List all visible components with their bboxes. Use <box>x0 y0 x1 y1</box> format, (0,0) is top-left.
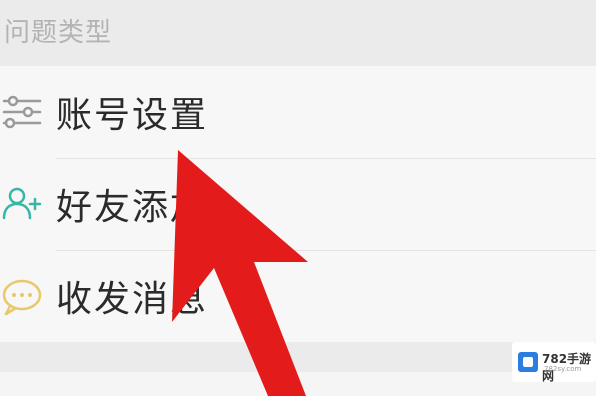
watermark: 782手游网 782sy.com <box>512 342 596 383</box>
list-item-label: 收发消息 <box>56 279 209 320</box>
add-friend-icon <box>2 187 42 220</box>
list-item-account-settings[interactable]: 账号设置 <box>0 66 596 158</box>
watermark-logo-icon <box>518 352 538 372</box>
sliders-icon <box>2 95 42 129</box>
next-list-item-partial[interactable] <box>0 372 596 396</box>
list-item-messages[interactable]: 收发消息 <box>0 250 596 342</box>
watermark-url: 782sy.com <box>544 365 582 373</box>
list-item-label: 好友添加 <box>56 187 209 228</box>
problem-type-list: 账号设置 好友添加 收发消息 <box>0 66 596 342</box>
section-title: 问题类型 <box>4 18 113 48</box>
section-header: 问题类型 <box>0 0 596 66</box>
list-item-add-friend[interactable]: 好友添加 <box>0 158 596 250</box>
list-item-label: 账号设置 <box>56 95 209 136</box>
chat-bubble-icon <box>2 279 42 316</box>
